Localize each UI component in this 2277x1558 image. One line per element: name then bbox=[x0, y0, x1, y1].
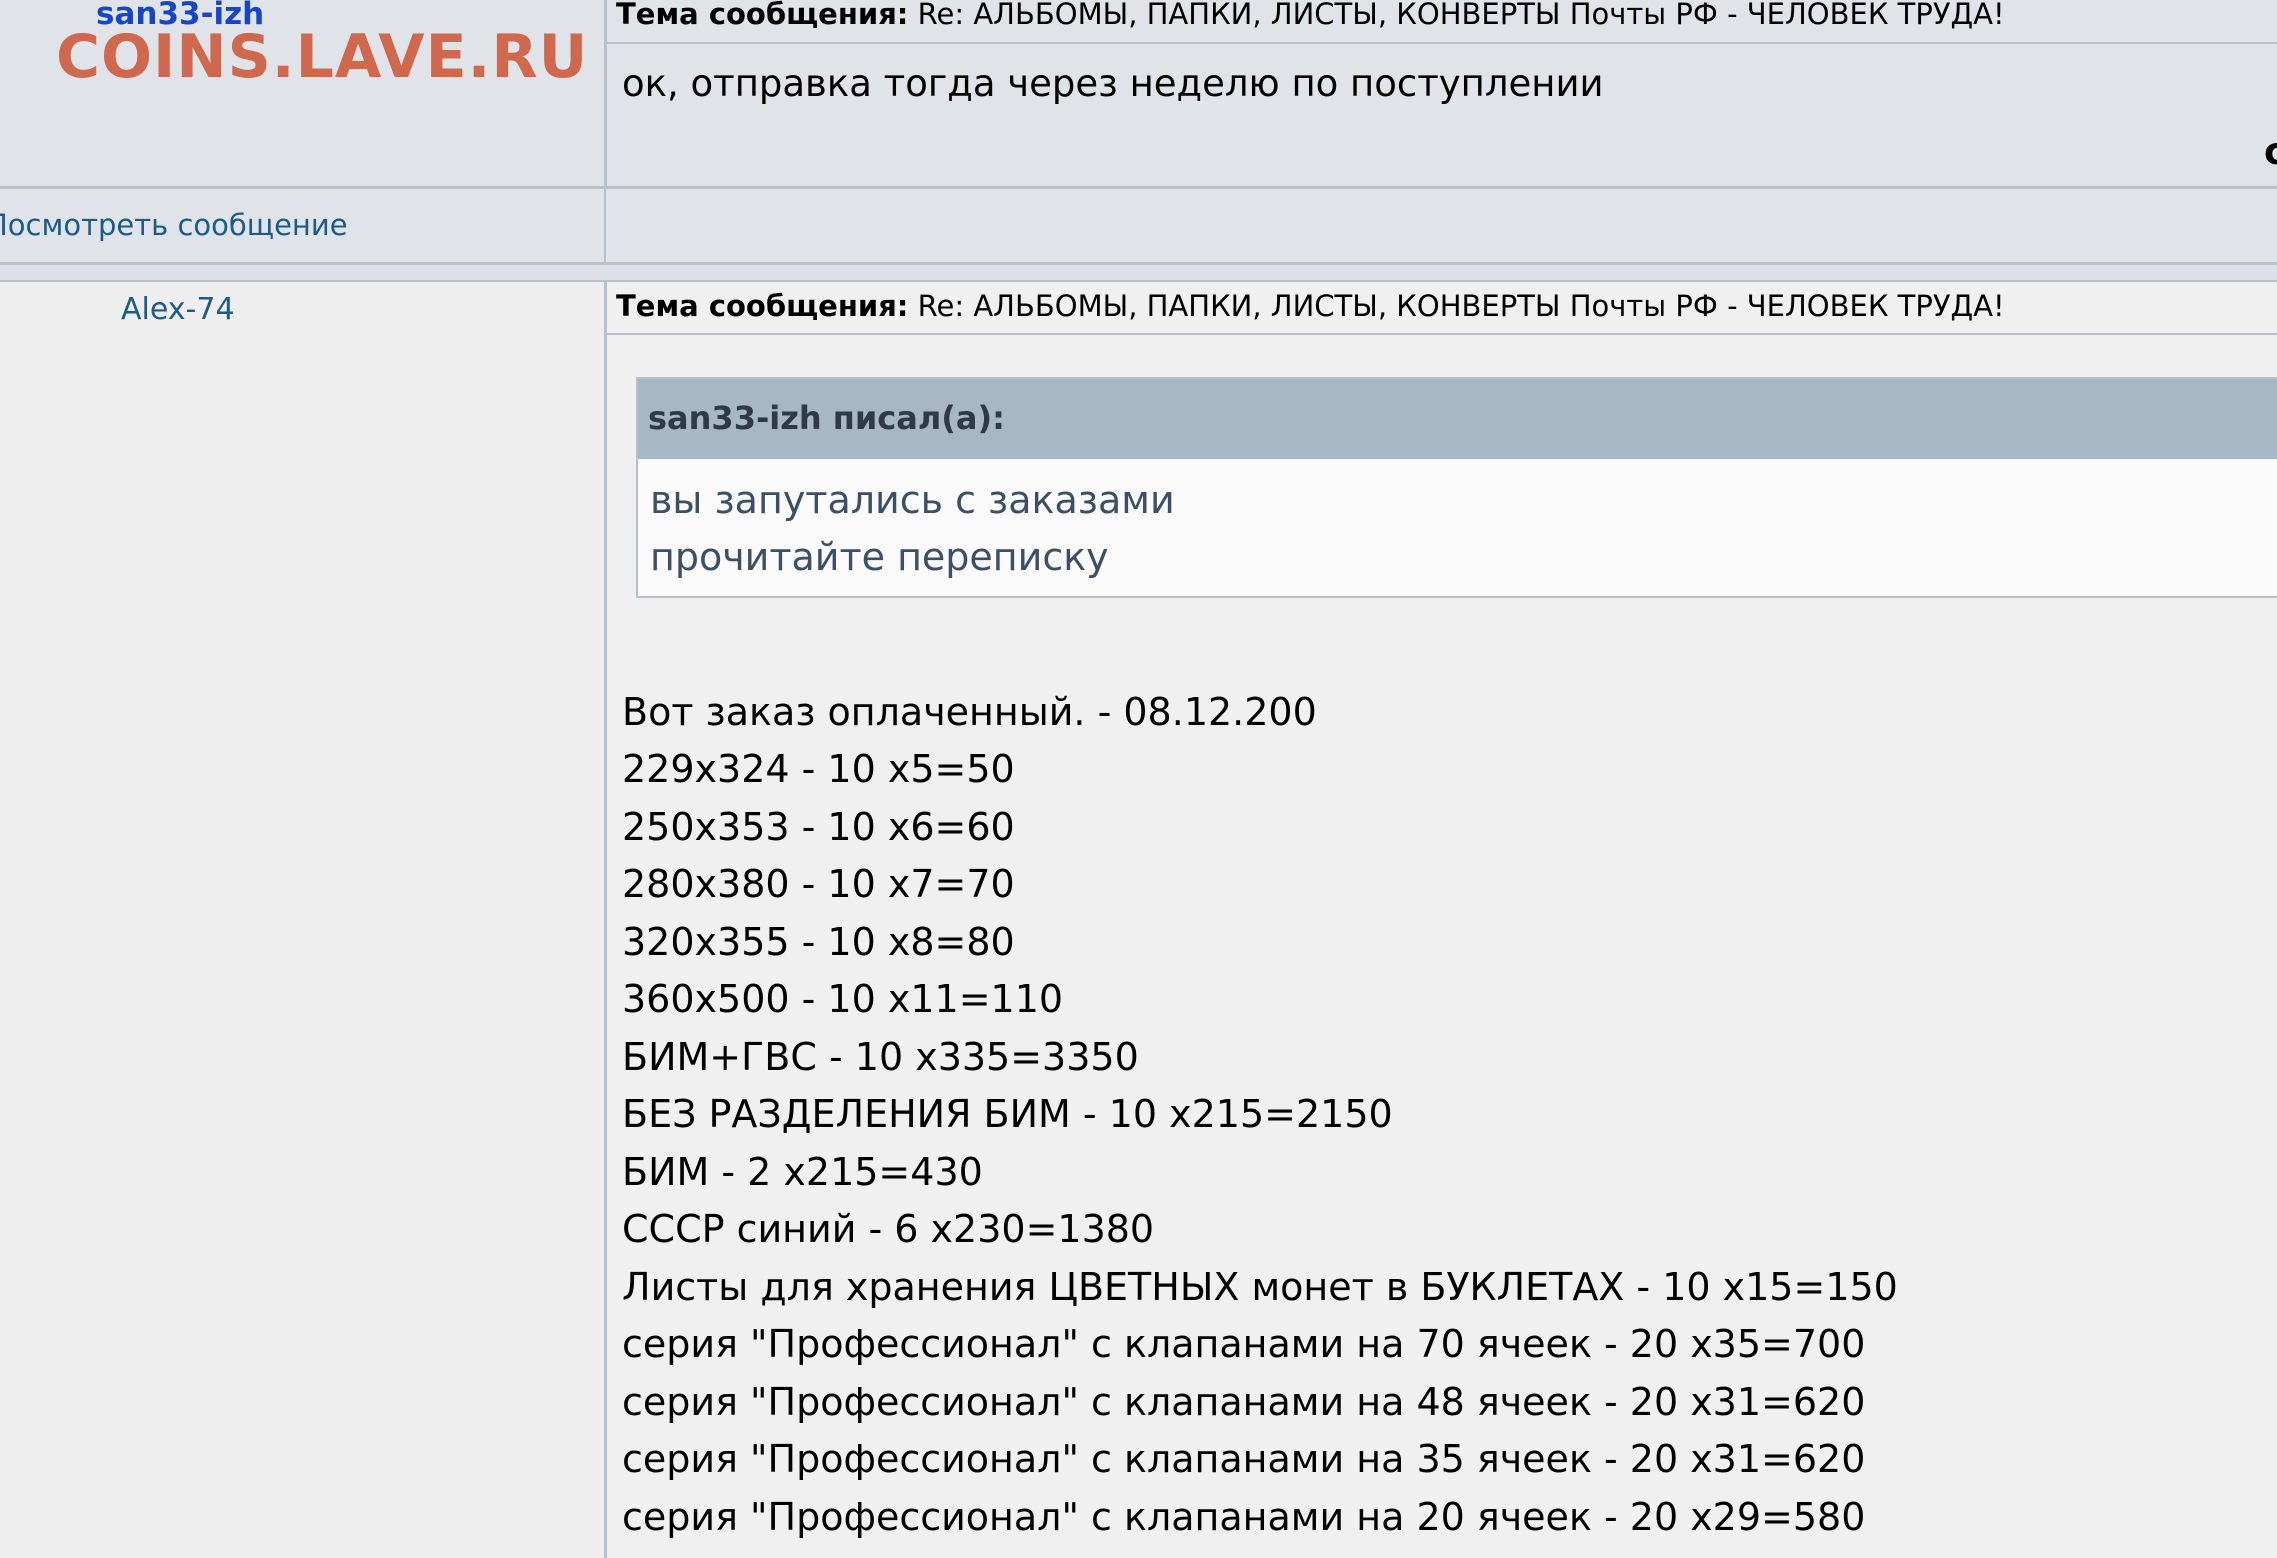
order-line: БЕЗ РАЗДЕЛЕНИЯ БИМ - 10 x215=2150 bbox=[622, 1092, 1393, 1136]
order-line: 320x355 - 10 x8=80 bbox=[622, 920, 1015, 964]
quote-line: прочитайте переписку bbox=[650, 535, 1109, 579]
quote-block: san33-izh писал(а): вы запутались с зака… bbox=[636, 377, 2277, 598]
post2-subject-divider bbox=[606, 333, 2277, 335]
order-line: 250x353 - 10 x6=60 bbox=[622, 805, 1015, 849]
order-line: серия "Профессионал" с клапанами на 20 я… bbox=[622, 1495, 1866, 1539]
post2-author[interactable]: Alex-74 bbox=[121, 292, 235, 327]
quote-line: вы запутались с заказами bbox=[650, 478, 1175, 522]
post1-cutoff-text: c bbox=[2264, 130, 2277, 173]
order-line: БИМ+ГВС - 10 x335=3350 bbox=[622, 1035, 1139, 1079]
post2-subject: Тема сообщения: Re: АЛЬБОМЫ, ПАПКИ, ЛИСТ… bbox=[616, 289, 2005, 323]
order-line: серия "Профессионал" с клапанами на 48 я… bbox=[622, 1380, 1866, 1424]
order-line: серия "Профессионал" с клапанами на 70 я… bbox=[622, 1322, 1866, 1366]
order-line: 229x324 - 10 x5=50 bbox=[622, 747, 1015, 791]
quote-header: san33-izh писал(а): bbox=[638, 379, 2277, 459]
order-line: СССР синий - 6 x230=1380 bbox=[622, 1207, 1155, 1251]
order-line: 280x380 - 10 x7=70 bbox=[622, 862, 1015, 906]
order-line: 360x500 - 10 x11=110 bbox=[622, 977, 1064, 1021]
order-line: Листы для хранения ЦВЕТНЫХ монет в БУКЛЕ… bbox=[622, 1265, 1898, 1309]
quote-author: san33-izh писал(а): bbox=[648, 399, 1005, 437]
post1-subject: Тема сообщения: Re: АЛЬБОМЫ, ПАПКИ, ЛИСТ… bbox=[616, 0, 2005, 31]
post1-body: ок, отправка тогда через неделю по посту… bbox=[622, 62, 1604, 105]
post2-author-panel bbox=[0, 282, 604, 1558]
post2-subject-text: Re: АЛЬБОМЫ, ПАПКИ, ЛИСТЫ, КОНВЕРТЫ Почт… bbox=[908, 289, 2005, 323]
order-line: Вот заказ оплаченный. - 08.12.200 bbox=[622, 690, 1317, 734]
order-line: БИМ - 2 x215=430 bbox=[622, 1150, 983, 1194]
post1-subject-divider bbox=[606, 42, 2277, 44]
column-divider-lower bbox=[604, 282, 607, 1558]
order-line: серия "Профессионал" с клапанами на 35 я… bbox=[622, 1437, 1866, 1481]
band-top-line bbox=[0, 262, 2277, 265]
post1-subject-text: Re: АЛЬБОМЫ, ПАПКИ, ЛИСТЫ, КОНВЕРТЫ Почт… bbox=[908, 0, 2005, 31]
view-message-link[interactable]: Посмотреть сообщение bbox=[0, 208, 348, 242]
post1-subject-label: Тема сообщения: bbox=[616, 0, 909, 31]
post2-subject-label: Тема сообщения: bbox=[616, 289, 909, 323]
post1-footer-right bbox=[606, 189, 2277, 262]
post-separator bbox=[0, 262, 2277, 282]
watermark-logo: COINS.LAVE.RU bbox=[56, 22, 589, 92]
